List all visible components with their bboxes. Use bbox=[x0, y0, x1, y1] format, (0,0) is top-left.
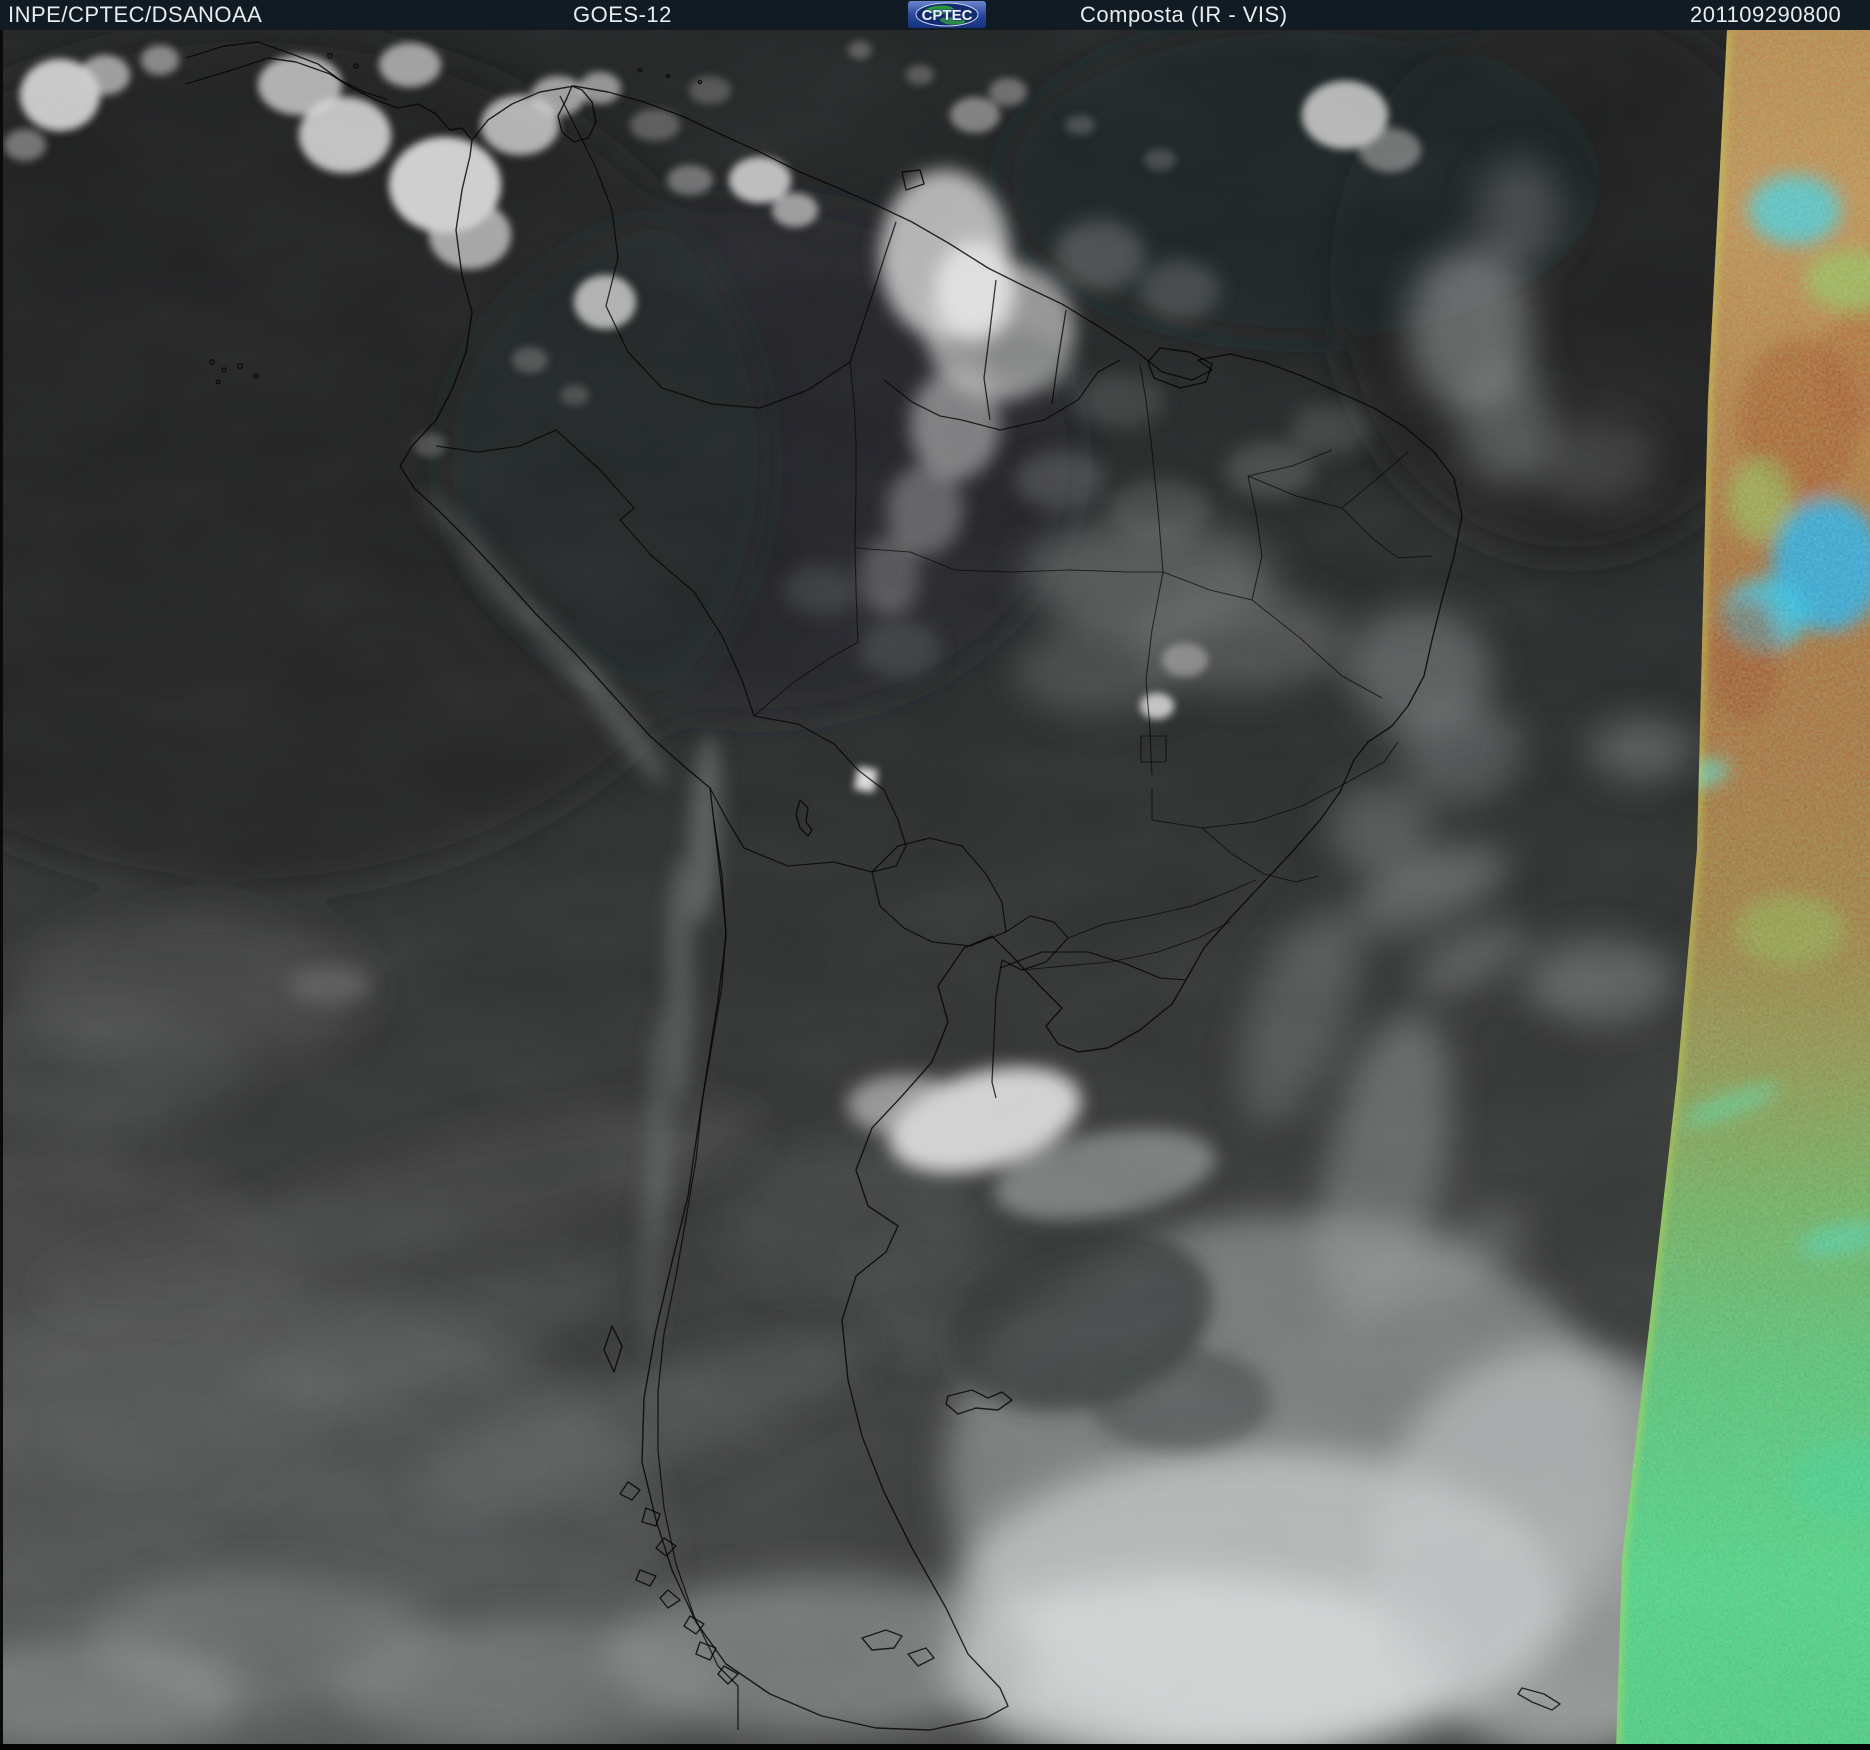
timestamp-label: 201109290800 bbox=[1690, 2, 1842, 27]
satellite-image-viewer: INPE/CPTEC/DSA NOAA GOES-12 CPTEC Compos… bbox=[0, 0, 1870, 1750]
agency-label: INPE/CPTEC/DSA bbox=[8, 2, 199, 27]
bottom-black-bar bbox=[0, 1744, 1870, 1750]
product-label: Composta (IR - VIS) bbox=[1080, 2, 1288, 27]
cptec-logo-text: CPTEC bbox=[922, 7, 973, 24]
left-edge-bar bbox=[0, 30, 3, 1750]
satellite-map bbox=[0, 30, 1870, 1750]
sensor-grain-texture bbox=[0, 30, 1870, 1750]
noaa-label: NOAA bbox=[198, 2, 263, 27]
cptec-logo-icon: CPTEC bbox=[908, 1, 986, 28]
header-bar: INPE/CPTEC/DSA NOAA GOES-12 CPTEC Compos… bbox=[0, 0, 1870, 30]
satellite-label: GOES-12 bbox=[573, 2, 672, 27]
